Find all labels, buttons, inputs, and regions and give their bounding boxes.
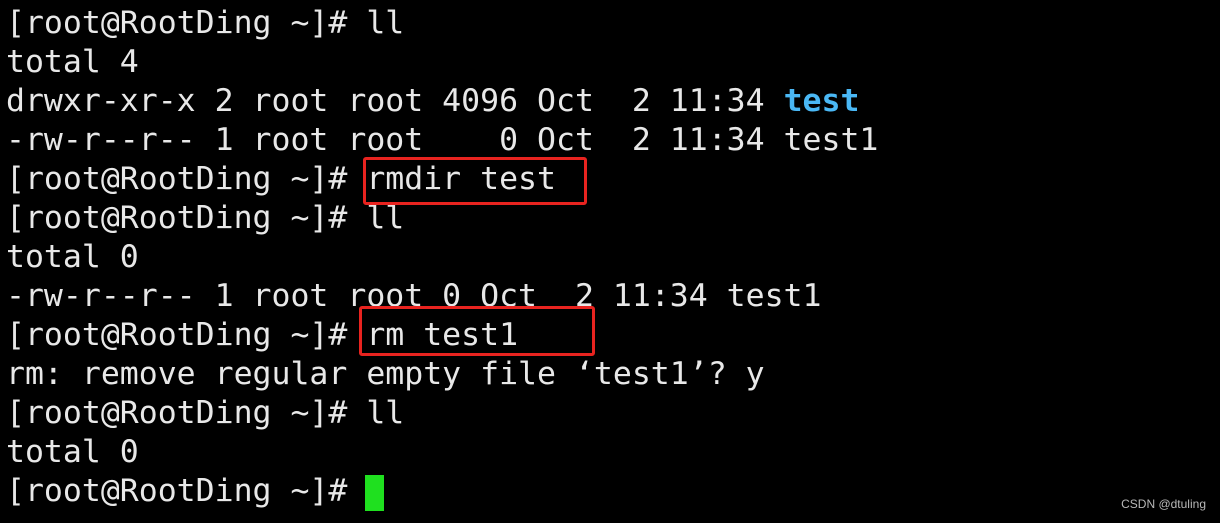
terminal-line: total 4: [6, 44, 139, 80]
terminal-cursor: [365, 475, 384, 511]
terminal-line: total 0: [6, 239, 139, 275]
highlight-rm-command: [359, 306, 595, 356]
terminal-line: total 0: [6, 434, 139, 470]
watermark: CSDN @dtuling: [1121, 497, 1206, 511]
terminal-prompt: [root@RootDing ~]#: [6, 473, 367, 509]
highlight-rmdir-command: [363, 157, 587, 205]
terminal-line: [root@RootDing ~]# ll: [6, 395, 405, 431]
terminal-line: [root@RootDing ~]# ll: [6, 5, 405, 41]
terminal-line: rm: remove regular empty file ‘test1’? y: [6, 356, 765, 392]
terminal-output[interactable]: [root@RootDing ~]# ll total 4 drwxr-xr-x 2…: [6, 4, 878, 511]
terminal-line: drwxr-xr-x 2 root root 4096 Oct 2 11:34 …: [6, 82, 878, 121]
listing-text: drwxr-xr-x 2 root root 4096 Oct 2 11:34: [6, 83, 784, 119]
terminal-line: -rw-r--r-- 1 root root 0 Oct 2 11:34 tes…: [6, 122, 879, 158]
directory-name: test: [783, 83, 860, 119]
